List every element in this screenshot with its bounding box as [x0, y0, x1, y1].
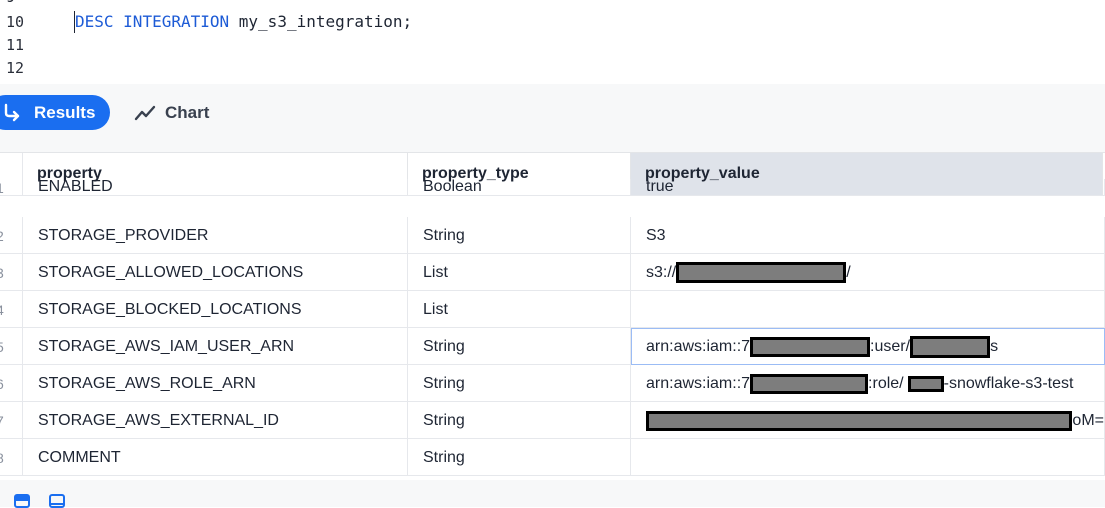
sql-keyword: INTEGRATION	[123, 12, 230, 31]
code-line-desc[interactable]: DESC INTEGRATION my_s3_integration;	[74, 11, 412, 33]
property-cell[interactable]: STORAGE_BLOCKED_LOCATIONS	[23, 291, 408, 328]
property-type-cell[interactable]: String	[408, 439, 631, 476]
property-value-cell[interactable]: arn:aws:iam::7 :role/ -snowflake-s3-test	[631, 365, 1105, 402]
row-index-cell: 2	[0, 217, 23, 254]
table-row[interactable]: 6 STORAGE_AWS_ROLE_ARN String arn:aws:ia…	[0, 365, 1105, 402]
row-index: 5	[0, 328, 8, 365]
value-mid: :role/	[868, 374, 904, 392]
sql-identifier: my_s3_integration;	[238, 12, 413, 31]
property-cell[interactable]: STORAGE_AWS_EXTERNAL_ID	[23, 402, 408, 439]
line-chart-icon	[134, 105, 156, 120]
property-type-cell[interactable]: String	[408, 217, 631, 254]
results-button[interactable]: Results	[0, 95, 110, 130]
row-index-cell: 1	[0, 179, 23, 196]
value-prefix: arn:aws:iam::7	[646, 374, 751, 392]
table-row[interactable]: 4 STORAGE_BLOCKED_LOCATIONS List	[0, 291, 1105, 328]
property-type-cell[interactable]: String	[408, 328, 631, 365]
results-panel: property property_type property_value 1 …	[0, 142, 1105, 481]
table-row[interactable]: 8 COMMENT String	[0, 439, 1105, 476]
row-index: 1	[0, 179, 8, 196]
property-value-cell[interactable]: s3:// /	[631, 254, 1105, 291]
turn-right-arrow-icon	[4, 103, 20, 121]
row-index-cell: 6	[0, 365, 23, 402]
chart-label: Chart	[165, 102, 210, 122]
value-prefix: arn:aws:iam::7	[646, 337, 751, 355]
property-cell[interactable]: ENABLED	[23, 179, 408, 196]
value-prefix: s3://	[646, 263, 677, 281]
property-value-cell[interactable]: S3	[631, 217, 1105, 254]
property-type-cell[interactable]: String	[408, 365, 631, 402]
property-value-cell[interactable]	[631, 439, 1105, 476]
property-type-cell[interactable]: String	[408, 402, 631, 439]
sql-editor[interactable]: 9 10 11 12 DESC INTEGRATION my_s3_integr…	[0, 0, 1105, 85]
row-index-cell: 5	[0, 328, 23, 365]
value-suffix: /	[846, 263, 851, 281]
row-index-cell: 3	[0, 254, 23, 291]
redaction-box	[907, 375, 944, 392]
results-footer	[0, 480, 1105, 508]
line-number: 9	[6, 0, 46, 8]
table-row[interactable]: 7 STORAGE_AWS_EXTERNAL_ID String oM=	[0, 402, 1105, 439]
chart-button[interactable]: Chart	[134, 95, 209, 130]
line-number: 12	[6, 59, 25, 77]
value-suffix: s	[990, 337, 999, 355]
results-toolbar: Results Chart	[0, 84, 1105, 143]
value-suffix: oM=	[1072, 411, 1104, 429]
property-cell[interactable]: STORAGE_AWS_IAM_USER_ARN	[23, 328, 408, 365]
redaction-box	[910, 335, 991, 358]
table-row[interactable]: 3 STORAGE_ALLOWED_LOCATIONS List s3:// /	[0, 254, 1105, 291]
row-index: 3	[0, 254, 8, 291]
table-row[interactable]: 2 STORAGE_PROVIDER String S3	[0, 217, 1105, 254]
results-table[interactable]: property property_type property_value 1 …	[0, 152, 1105, 481]
property-value-cell[interactable]: arn:aws:iam::7 :user/s	[631, 328, 1105, 365]
redaction-box	[646, 410, 1073, 431]
panel-bottom-outline-icon[interactable]	[49, 494, 65, 508]
row-index-cell: 8	[0, 439, 23, 476]
panel-bottom-icon[interactable]	[14, 494, 30, 508]
row-index: 8	[0, 439, 8, 476]
row-index-cell: 7	[0, 402, 23, 439]
property-value-cell[interactable]: oM=	[631, 402, 1105, 439]
row-index: 6	[0, 365, 8, 402]
property-value-cell[interactable]: true	[631, 179, 1105, 196]
property-cell[interactable]: STORAGE_PROVIDER	[23, 217, 408, 254]
property-cell[interactable]: STORAGE_ALLOWED_LOCATIONS	[23, 254, 408, 291]
table-row[interactable]: 5 STORAGE_AWS_IAM_USER_ARN String arn:aw…	[0, 328, 1105, 365]
row-index-cell: 4	[0, 291, 23, 328]
redaction-box	[750, 373, 869, 394]
property-type-cell[interactable]: List	[408, 254, 631, 291]
value-mid: :user/	[870, 337, 911, 355]
table-row[interactable]: 1 ENABLED Boolean true	[0, 179, 1105, 196]
redaction-box	[676, 262, 847, 283]
property-value-cell[interactable]	[631, 291, 1105, 328]
property-cell[interactable]: COMMENT	[23, 439, 408, 476]
value-suffix: -snowflake-s3-test	[943, 374, 1074, 392]
row-index: 4	[0, 291, 8, 328]
sql-keyword: DESC	[75, 12, 114, 31]
line-number: 11	[6, 36, 25, 54]
results-label: Results	[34, 102, 96, 122]
property-type-cell[interactable]: Boolean	[408, 179, 631, 196]
row-index: 7	[0, 402, 8, 439]
property-cell[interactable]: STORAGE_AWS_ROLE_ARN	[23, 365, 408, 402]
property-type-cell[interactable]: List	[408, 291, 631, 328]
row-index: 2	[0, 217, 8, 254]
redaction-box	[750, 336, 871, 357]
line-number: 10	[6, 13, 25, 31]
